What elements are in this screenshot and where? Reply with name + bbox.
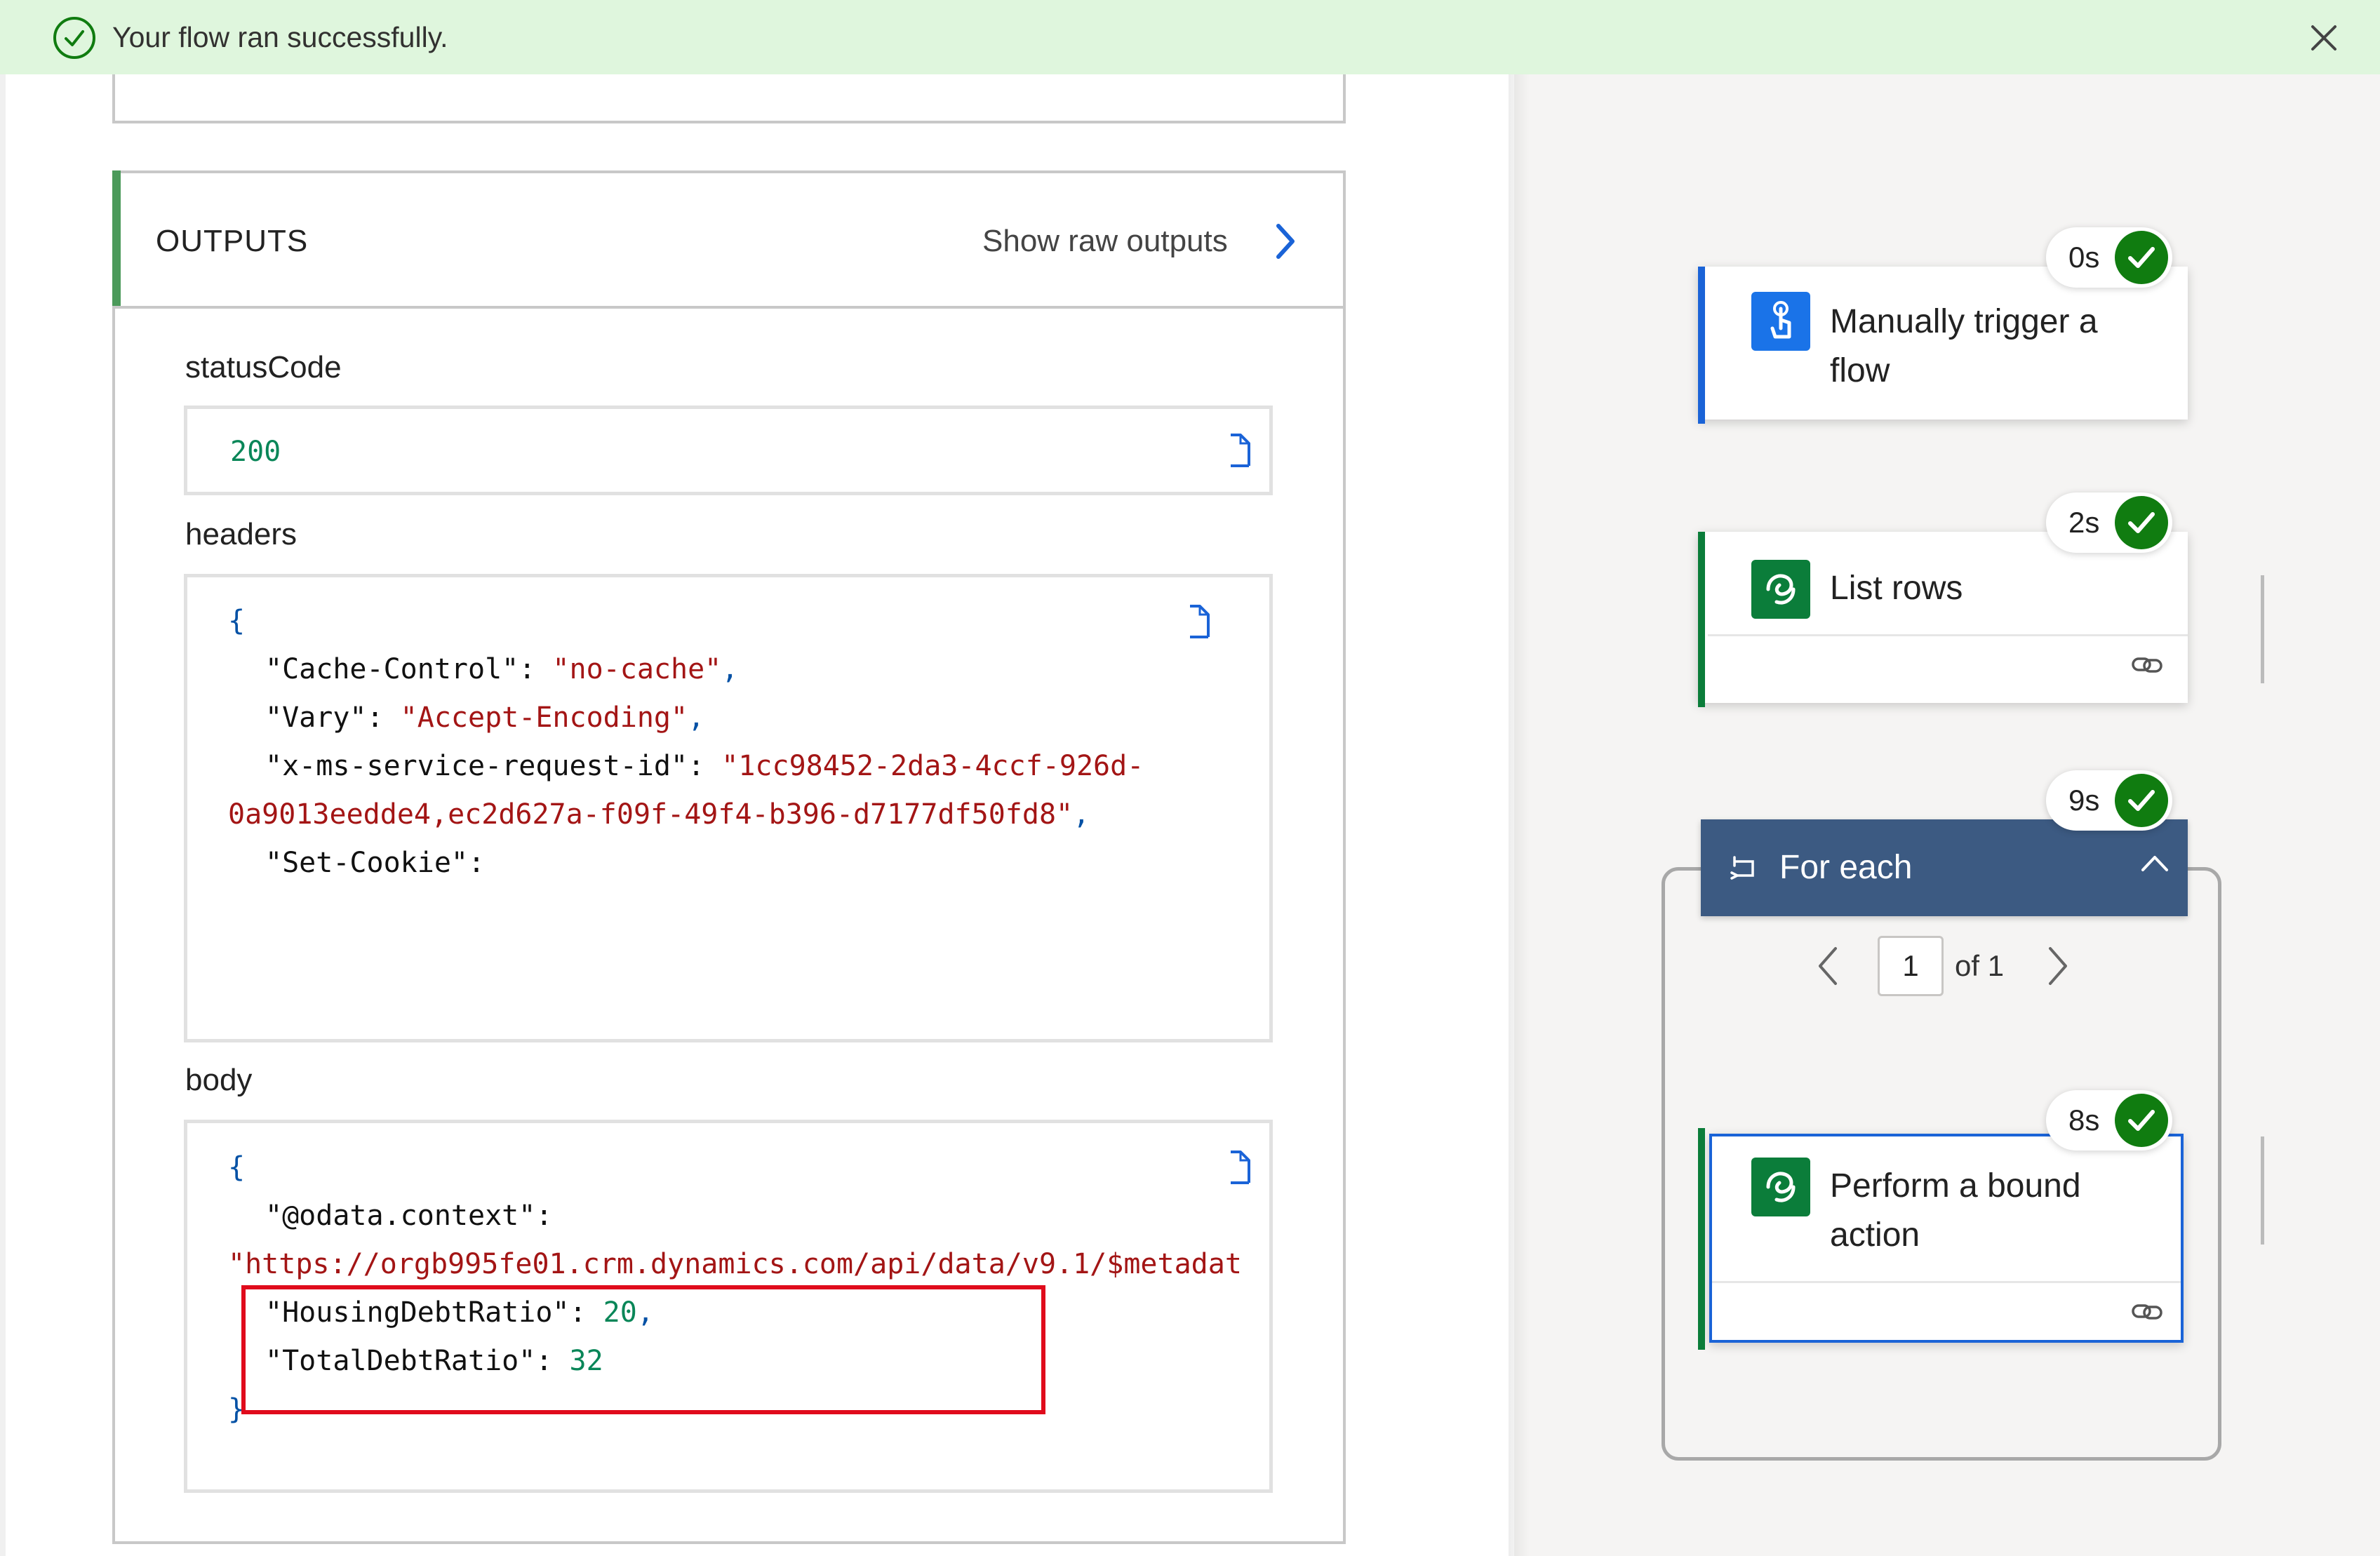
chevron-up-icon[interactable] bbox=[2137, 849, 2172, 877]
chevron-right-icon[interactable] bbox=[1271, 220, 1299, 262]
header-value: "1cc98452-2da3-4ccf-926d- bbox=[721, 750, 1144, 782]
highlight-box bbox=[241, 1285, 1045, 1414]
check-icon bbox=[2115, 774, 2168, 827]
list-rows-status-badge: 2s bbox=[2046, 492, 2172, 553]
header-value: "no-cache" bbox=[552, 653, 722, 685]
card-divider bbox=[1712, 1281, 2181, 1283]
trigger-accent-bar bbox=[1698, 267, 1705, 424]
close-icon[interactable] bbox=[2303, 17, 2345, 59]
headers-label: headers bbox=[185, 517, 298, 551]
chevron-left-icon[interactable] bbox=[1814, 943, 1841, 989]
check-icon bbox=[2115, 231, 2168, 284]
duration-text: 0s bbox=[2068, 241, 2100, 274]
status-code-label: statusCode bbox=[185, 350, 342, 384]
body-key: "@odata.context" bbox=[265, 1200, 536, 1232]
list-rows-accent-bar bbox=[1698, 532, 1705, 707]
for-each-header[interactable] bbox=[1701, 819, 2188, 916]
dataverse-icon bbox=[1751, 560, 1810, 619]
dataverse-icon bbox=[1751, 1158, 1810, 1216]
list-rows-title: List rows bbox=[1830, 570, 1963, 607]
touch-trigger-icon bbox=[1751, 292, 1810, 351]
canvas-scrollbar[interactable] bbox=[2261, 575, 2264, 683]
duration-text: 9s bbox=[2068, 784, 2100, 817]
header-set-cookie: "Set-Cookie": bbox=[265, 847, 486, 879]
trigger-status-badge: 0s bbox=[2046, 227, 2172, 288]
check-circle-icon bbox=[53, 17, 95, 59]
page-number-input[interactable]: 1 bbox=[1878, 936, 1944, 996]
copy-icon[interactable] bbox=[1226, 431, 1255, 470]
header-key: "x-ms-service-request-id" bbox=[265, 750, 688, 782]
outputs-header-divider bbox=[112, 306, 1346, 309]
header-request-id: "x-ms-service-request-id": "1cc98452-2da… bbox=[265, 750, 1144, 782]
header-value: "Accept-Encoding" bbox=[400, 702, 688, 734]
headers-open-brace: { bbox=[228, 605, 246, 637]
check-icon bbox=[2115, 1094, 2168, 1147]
for-each-status-badge: 9s bbox=[2046, 770, 2172, 831]
panel-edge bbox=[0, 74, 6, 1556]
perform-action-title: Perform a bound action bbox=[1830, 1167, 2081, 1254]
header-key: "Cache-Control" bbox=[265, 653, 519, 685]
status-code-value: 200 bbox=[230, 436, 281, 468]
link-icon[interactable] bbox=[2130, 1299, 2164, 1324]
header-key: "Set-Cookie" bbox=[265, 847, 468, 879]
header-cache-control: "Cache-Control": "no-cache", bbox=[265, 653, 739, 685]
duration-text: 2s bbox=[2068, 506, 2100, 539]
card-divider bbox=[1708, 634, 2188, 636]
header-request-id-cont: 0a9013eedde4,ec2d627a-f09f-49f4-b396-d71… bbox=[228, 798, 1090, 831]
outputs-title: OUTPUTS bbox=[156, 224, 309, 258]
body-odata-context-key: "@odata.context": bbox=[265, 1200, 553, 1232]
copy-icon[interactable] bbox=[1186, 602, 1214, 641]
for-each-title: For each bbox=[1779, 849, 1913, 886]
canvas-shadow bbox=[1509, 74, 1530, 1556]
header-vary: "Vary": "Accept-Encoding", bbox=[265, 702, 705, 734]
canvas-scrollbar[interactable] bbox=[2261, 1136, 2264, 1245]
inputs-card-bottom bbox=[112, 74, 1346, 123]
status-code-box[interactable] bbox=[184, 405, 1273, 495]
check-icon bbox=[2115, 496, 2168, 549]
header-value: 0a9013eedde4,ec2d627a-f09f-49f4-b396-d71… bbox=[228, 798, 1074, 831]
duration-text: 8s bbox=[2068, 1104, 2100, 1136]
perform-action-accent-bar bbox=[1698, 1128, 1705, 1350]
copy-icon[interactable] bbox=[1226, 1148, 1255, 1187]
body-label: body bbox=[185, 1063, 253, 1097]
header-key: "Vary" bbox=[265, 702, 367, 734]
trigger-title: Manually trigger a flow bbox=[1830, 303, 2098, 389]
link-icon[interactable] bbox=[2130, 652, 2164, 678]
show-raw-outputs-link[interactable]: Show raw outputs bbox=[982, 222, 1228, 261]
perform-action-status-badge: 8s bbox=[2046, 1090, 2172, 1151]
page-count-text: of 1 bbox=[1955, 949, 2005, 982]
outputs-accent-bar bbox=[112, 170, 121, 307]
body-odata-context-value: "https://orgb995fe01.crm.dynamics.com/ap… bbox=[228, 1248, 1242, 1280]
banner-message: Your flow ran successfully. bbox=[112, 21, 448, 53]
body-open-brace: { bbox=[228, 1151, 246, 1183]
chevron-right-icon[interactable] bbox=[2045, 943, 2071, 989]
loop-icon bbox=[1729, 852, 1761, 884]
